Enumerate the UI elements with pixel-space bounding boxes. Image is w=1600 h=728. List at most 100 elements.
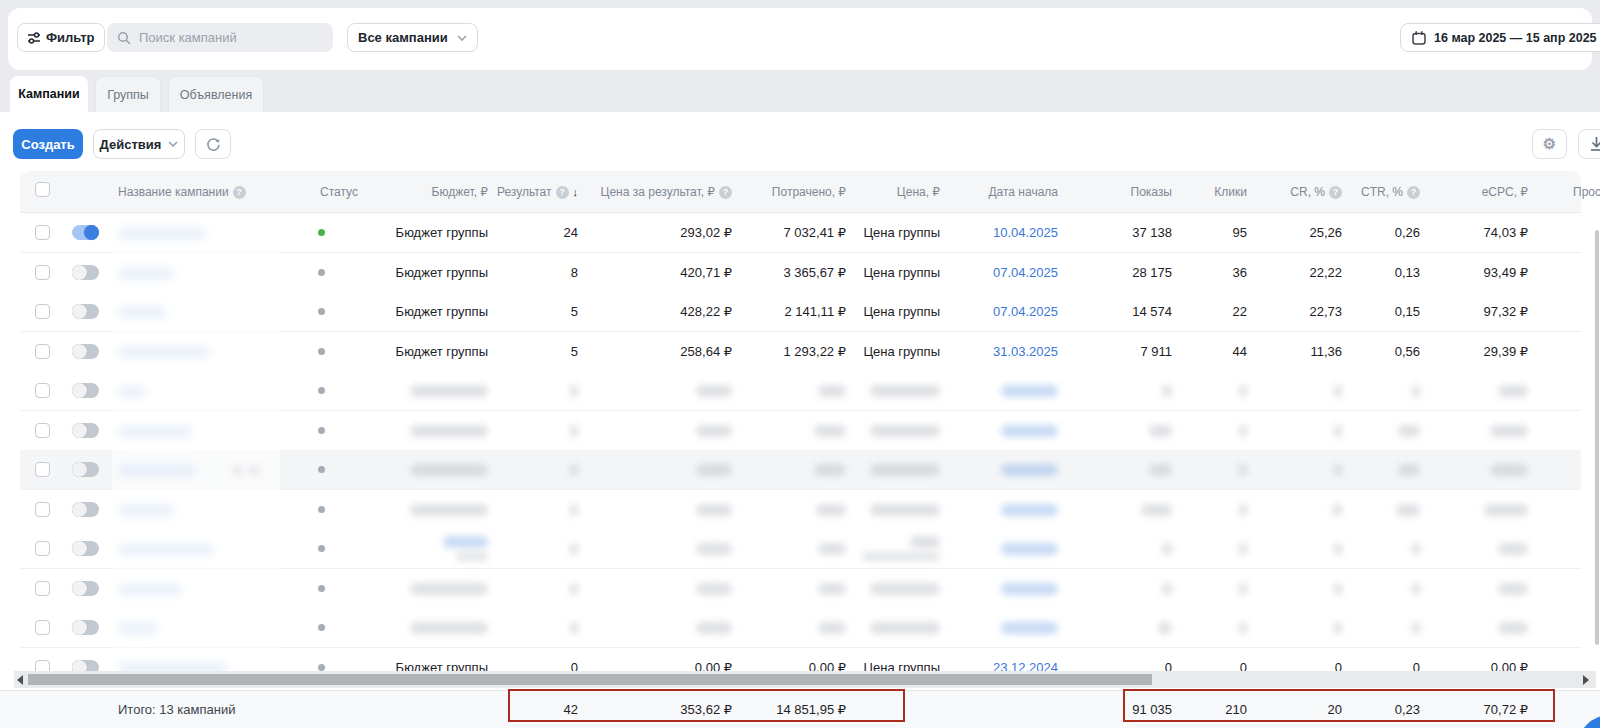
- filter-button[interactable]: Фильтр: [17, 23, 105, 52]
- campaign-toggle[interactable]: [72, 304, 99, 319]
- scroll-right-arrow[interactable]: [1583, 675, 1589, 685]
- search-icon: [117, 31, 131, 45]
- row-checkbox[interactable]: [35, 502, 50, 517]
- cell-date[interactable]: 07.04.2025: [958, 253, 1058, 292]
- cell-clicks: [1177, 608, 1247, 647]
- actions-dropdown[interactable]: Действия: [93, 129, 185, 159]
- row-checkbox[interactable]: [35, 344, 50, 359]
- blurred-value: [1001, 464, 1058, 476]
- column-header-views-cut[interactable]: Прос: [1573, 171, 1600, 213]
- campaign-toggle[interactable]: [72, 423, 99, 438]
- cell-date[interactable]: 07.04.2025: [958, 292, 1058, 331]
- column-header-views[interactable]: Показы: [1082, 171, 1172, 213]
- cell-clicks: [1177, 450, 1247, 489]
- row-checkbox[interactable]: [35, 225, 50, 240]
- refresh-button[interactable]: [195, 129, 231, 159]
- blurred-value: [1239, 543, 1247, 555]
- cell-budget: Бюджет группы: [358, 332, 488, 371]
- cell-date[interactable]: 10.04.2025: [958, 213, 1058, 252]
- cell-ctr: [1350, 371, 1420, 410]
- cell-date[interactable]: 31.03.2025: [958, 332, 1058, 371]
- blurred-value: [410, 622, 488, 634]
- blurred-value: [910, 536, 940, 548]
- column-header-cost-per-result[interactable]: Цена за результат, ₽?: [572, 171, 732, 213]
- blurred-value: [1332, 504, 1342, 516]
- search-input[interactable]: [107, 23, 333, 52]
- blurred-value: [1334, 464, 1342, 476]
- cell-date[interactable]: [958, 608, 1058, 647]
- vertical-scrollbar[interactable]: [1595, 230, 1599, 645]
- campaign-toggle[interactable]: [72, 225, 99, 240]
- cell-clicks: 36: [1177, 253, 1247, 292]
- campaign-toggle[interactable]: [72, 265, 99, 280]
- blurred-value: [1239, 464, 1247, 476]
- horizontal-scrollbar-thumb[interactable]: [28, 674, 1152, 685]
- cell-result: 5: [498, 292, 578, 331]
- row-checkbox[interactable]: [35, 581, 50, 596]
- column-header-ecpc[interactable]: eCPC, ₽: [1438, 171, 1528, 213]
- row-checkbox[interactable]: [35, 423, 50, 438]
- cell-ctr: [1350, 529, 1420, 568]
- cell-views: [1082, 411, 1172, 450]
- cell-budget: [358, 450, 488, 489]
- row-checkbox[interactable]: [35, 304, 50, 319]
- campaign-toggle[interactable]: [72, 462, 99, 477]
- download-button[interactable]: [1578, 129, 1600, 159]
- tab-groups[interactable]: Группы: [95, 76, 161, 112]
- blurred-value: [1001, 385, 1058, 397]
- row-checkbox[interactable]: [35, 541, 50, 556]
- cell-cost_per_result: [612, 569, 732, 608]
- column-header-status[interactable]: Статус: [320, 171, 358, 213]
- tab-campaigns[interactable]: Кампании: [10, 76, 88, 112]
- row-checkbox[interactable]: [35, 620, 50, 635]
- column-header-ctr[interactable]: CTR, %?: [1340, 171, 1420, 213]
- blurred-value: [410, 425, 488, 437]
- toggle-knob: [72, 304, 87, 319]
- row-checkbox[interactable]: [35, 462, 50, 477]
- scroll-left-arrow[interactable]: [17, 675, 23, 685]
- cell-date[interactable]: [958, 529, 1058, 568]
- cell-date[interactable]: [958, 490, 1058, 529]
- cell-ecpc: 74,03 ₽: [1438, 213, 1528, 252]
- cell-budget: Бюджет группы: [358, 292, 488, 331]
- cell-ecpc: [1438, 569, 1528, 608]
- blurred-value: [1149, 425, 1172, 437]
- column-header-result[interactable]: Результат?↓: [458, 171, 578, 213]
- cell-views: 37 138: [1082, 213, 1172, 252]
- blurred-value: [870, 504, 940, 516]
- cell-date[interactable]: [958, 371, 1058, 410]
- row-checkbox[interactable]: [35, 265, 50, 280]
- cell-price: [820, 450, 940, 489]
- select-all-checkbox[interactable]: [35, 182, 50, 197]
- blurred-value: [1239, 425, 1247, 437]
- cell-date[interactable]: [958, 411, 1058, 450]
- date-range-button[interactable]: 16 мар 2025 — 15 апр 2025: [1400, 23, 1600, 52]
- campaign-toggle[interactable]: [72, 344, 99, 359]
- settings-button[interactable]: ⚙: [1532, 129, 1567, 159]
- campaign-toggle[interactable]: [72, 620, 99, 635]
- row-checkbox[interactable]: [35, 383, 50, 398]
- column-header-spent[interactable]: Потрачено, ₽: [736, 171, 846, 213]
- cell-cost_per_result: 428,22 ₽: [612, 292, 732, 331]
- campaign-toggle[interactable]: [72, 581, 99, 596]
- cell-ecpc: [1438, 529, 1528, 568]
- campaign-toggle[interactable]: [72, 502, 99, 517]
- cell-cr: 25,26: [1272, 213, 1342, 252]
- toggle-knob: [84, 225, 99, 240]
- column-header-clicks[interactable]: Клики: [1177, 171, 1247, 213]
- create-button[interactable]: Создать: [13, 129, 83, 159]
- column-header-price[interactable]: Цена, ₽: [850, 171, 940, 213]
- column-header-name[interactable]: Название кампании?: [118, 171, 246, 213]
- blurred-value: [570, 425, 578, 437]
- cell-date[interactable]: [958, 569, 1058, 608]
- column-header-cr[interactable]: CR, %?: [1262, 171, 1342, 213]
- campaign-toggle[interactable]: [72, 541, 99, 556]
- campaign-toggle[interactable]: [72, 383, 99, 398]
- tab-ads[interactable]: Объявления: [168, 76, 264, 112]
- campaign-scope-dropdown[interactable]: Все кампании: [347, 23, 478, 52]
- blurred-value: [1412, 583, 1420, 595]
- column-header-date[interactable]: Дата начала: [958, 171, 1058, 213]
- cell-date[interactable]: [958, 450, 1058, 489]
- highlight-box-left: [508, 689, 905, 722]
- cell-views: [1082, 490, 1172, 529]
